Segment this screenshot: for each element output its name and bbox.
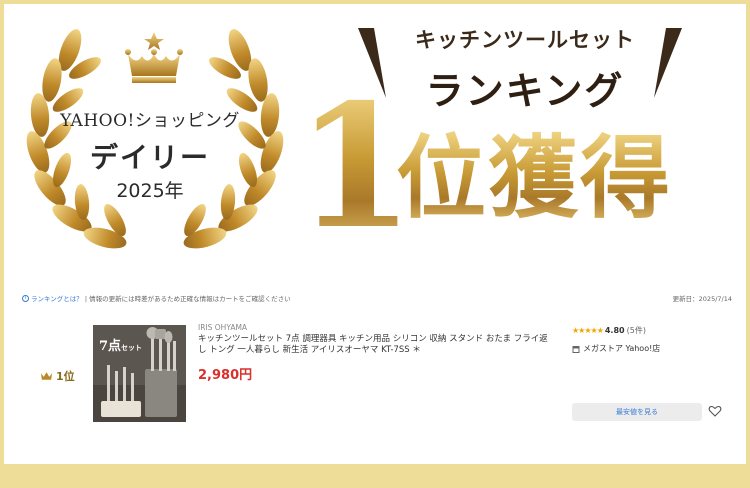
- view-cheapest-button[interactable]: 最安値を見る: [572, 403, 702, 421]
- product-image-tag-count: 7点: [99, 339, 122, 354]
- store-icon: [572, 345, 580, 353]
- store-name: メガストア Yahoo!店: [583, 344, 661, 353]
- rating-stars-icon: ★★★★★: [572, 326, 604, 335]
- rank-label-text: 1位: [56, 370, 75, 383]
- crown-icon: [125, 32, 183, 83]
- award-text: 位獲得: [396, 128, 736, 228]
- ranking-notice: | 情報の更新には時差があるため正確な情報はカートをご確認ください: [84, 295, 291, 303]
- product-rank: 1位: [40, 368, 75, 384]
- badge-year: 2025年: [116, 180, 184, 202]
- product-rating[interactable]: ★★★★★ 4.80 (5件): [572, 325, 646, 336]
- ranking-info-bar: i ランキングとは？ | 情報の更新には時差があるため正確な情報はカートをご確認…: [22, 293, 732, 305]
- ranking-about-link[interactable]: ランキングとは？: [31, 293, 83, 303]
- store-link[interactable]: メガストア Yahoo!店: [572, 343, 660, 354]
- heart-icon[interactable]: [708, 404, 722, 418]
- product-brand: IRIS OHYAMA: [198, 323, 248, 332]
- rating-value: 4.80: [604, 326, 625, 335]
- product-price: 2,980円: [198, 368, 253, 383]
- product-image[interactable]: 7点セット: [93, 325, 186, 422]
- badge-store-name: YAHOO!ショッピング: [60, 111, 240, 131]
- category-title: キッチンツールセット: [415, 27, 635, 52]
- product-title-link[interactable]: キッチンツールセット 7点 調理器具 キッチン用品 シリコン 収納 スタンド お…: [198, 334, 548, 356]
- crown-icon: [40, 372, 53, 380]
- ranking-banner: YAHOO!ショッピング デイリー 2025年 キッチンツールセット ランキング…: [0, 0, 742, 270]
- badge-period: デイリー: [89, 141, 210, 174]
- rating-count: (5件): [626, 326, 646, 335]
- product-image-tag: 7点セット: [99, 335, 142, 354]
- ranking-title: ランキング: [425, 68, 625, 113]
- product-image-tag-suffix: セット: [121, 343, 143, 352]
- info-circle-icon: i: [22, 294, 29, 302]
- rank-number: 1: [296, 67, 415, 267]
- updated-date: 更新日：2025/7/14: [672, 295, 732, 303]
- ranking-info-left: i ランキングとは？ | 情報の更新には時差があるため正確な情報はカートをご確認…: [22, 293, 291, 303]
